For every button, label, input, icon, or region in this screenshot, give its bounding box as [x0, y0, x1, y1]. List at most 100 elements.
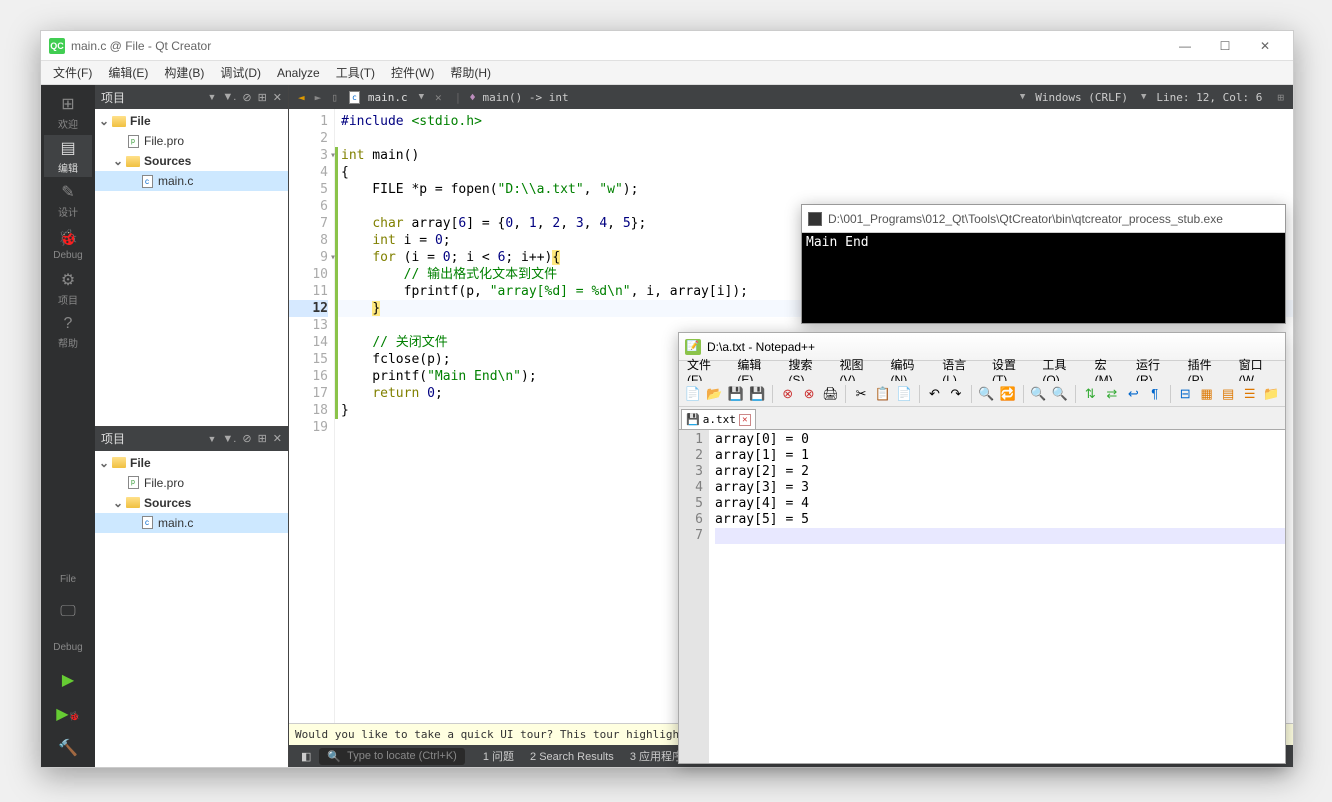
tree-row[interactable]: cmain.c [95, 513, 288, 533]
nav-back-icon[interactable]: ◄ [293, 91, 310, 104]
add-panel-icon[interactable]: ⊞ [258, 91, 267, 104]
sync-v-icon[interactable]: ⇅ [1081, 384, 1100, 404]
doc-close-icon[interactable]: ✕ [430, 91, 447, 104]
kit-debug-label[interactable]: Debug [44, 631, 92, 663]
menu-item[interactable]: 编辑(E) [100, 61, 156, 84]
undo-icon[interactable]: ↶ [925, 384, 944, 404]
console-titlebar[interactable]: D:\001_Programs\012_Qt\Tools\QtCreator\b… [802, 205, 1285, 233]
close-button[interactable]: ✕ [1245, 32, 1285, 60]
tree-row[interactable]: pFile.pro [95, 473, 288, 493]
build-button[interactable]: 🔨 [44, 733, 92, 765]
npp-tab-active[interactable]: 💾 a.txt ✕ [681, 409, 756, 429]
doc-name: main.c [368, 91, 408, 104]
qt-logo-icon: QC [49, 38, 65, 54]
menu-item[interactable]: Analyze [269, 63, 328, 83]
mode-help-label: 帮助 [58, 335, 78, 350]
paste-icon[interactable]: 📄 [894, 384, 913, 404]
mode-projects[interactable]: ⚙项目 [44, 267, 92, 309]
output-tab[interactable]: 1 问题 [475, 751, 522, 763]
mode-debug[interactable]: 🐞Debug [44, 223, 92, 265]
link-icon[interactable]: ⊘ [242, 91, 251, 104]
tree-row[interactable]: ⌄Sources [95, 493, 288, 513]
zoom-out-icon[interactable]: 🔍 [1050, 384, 1069, 404]
mode-design[interactable]: ✎设计 [44, 179, 92, 221]
locator-input[interactable]: 🔍 Type to locate (Ctrl+K) [319, 748, 464, 765]
cut-icon[interactable]: ✂ [851, 384, 870, 404]
output-tab[interactable]: 2 Search Results [522, 751, 622, 763]
zoom-in-icon[interactable]: 🔍 [1029, 384, 1048, 404]
mode-edit[interactable]: ▤编辑 [44, 135, 92, 177]
open-file-icon[interactable]: 📂 [704, 384, 723, 404]
sidebar-toggle-icon[interactable]: ◧ [293, 750, 319, 763]
mode-help[interactable]: ?帮助 [44, 311, 92, 353]
func-list-icon[interactable]: ☰ [1240, 384, 1259, 404]
replace-icon[interactable]: 🔁 [998, 384, 1017, 404]
nav-fwd-icon[interactable]: ► [310, 91, 327, 104]
add-panel-icon-2[interactable]: ⊞ [258, 432, 267, 445]
debug-run-button[interactable]: ▶🐞 [44, 699, 92, 731]
close-doc-icon[interactable]: ⊗ [778, 384, 797, 404]
bookmark-icon[interactable]: ▯ [326, 91, 343, 104]
console-window[interactable]: D:\001_Programs\012_Qt\Tools\QtCreator\b… [801, 204, 1286, 324]
qt-titlebar[interactable]: QC main.c @ File - Qt Creator — ☐ ✕ [41, 31, 1293, 61]
mode-welcome[interactable]: ⊞欢迎 [44, 91, 92, 133]
panel-header-top: 项目▼ ▼. ⊘ ⊞ ✕ [95, 85, 288, 109]
menu-item[interactable]: 帮助(H) [442, 61, 499, 84]
panel-title-2: 项目 [101, 430, 204, 447]
indent-guide-icon[interactable]: ⊟ [1175, 384, 1194, 404]
maximize-button[interactable]: ☐ [1205, 32, 1245, 60]
folder-panel-icon[interactable]: 📁 [1261, 384, 1280, 404]
split-icon[interactable]: ⊞ [1272, 91, 1289, 104]
copy-icon[interactable]: 📋 [873, 384, 892, 404]
para-icon[interactable]: ¶ [1145, 384, 1164, 404]
notepadpp-window[interactable]: 📝 D:\a.txt - Notepad++ 文件(F)编辑(E)搜索(S)视图… [678, 332, 1286, 764]
window-title: main.c @ File - Qt Creator [71, 39, 1165, 53]
filter-icon-2[interactable]: ▼. [222, 433, 236, 445]
tree-row[interactable]: ⌄Sources [95, 151, 288, 171]
close-all-icon[interactable]: ⊗ [799, 384, 818, 404]
kit-file-label: File [60, 574, 76, 585]
mode-debug-label: Debug [53, 250, 82, 261]
menu-item[interactable]: 构建(B) [156, 61, 212, 84]
tab-close-icon[interactable]: ✕ [739, 414, 751, 426]
npp-logo-icon: 📝 [685, 339, 701, 355]
tree-row[interactable]: ⌄File [95, 453, 288, 473]
project-tree-top: ⌄FilepFile.pro⌄Sourcescmain.c [95, 109, 288, 193]
filter-icon[interactable]: ▼. [222, 91, 236, 103]
function-indicator[interactable]: ♦ main() -> int [469, 91, 568, 104]
tree-row[interactable]: ⌄File [95, 111, 288, 131]
cursor-position[interactable]: Line: 12, Col: 6 [1146, 91, 1272, 104]
kit-file[interactable]: File [44, 563, 92, 595]
menu-item[interactable]: 控件(W) [383, 61, 442, 84]
run-button[interactable]: ▶ [44, 665, 92, 697]
kit-monitor[interactable]: 🖵 [44, 597, 92, 629]
npp-tabbar: 💾 a.txt ✕ [679, 407, 1285, 429]
doc-tab[interactable]: c main.c ▼ [343, 91, 430, 104]
tree-row[interactable]: cmain.c [95, 171, 288, 191]
find-icon[interactable]: 🔍 [977, 384, 996, 404]
npp-gutter: 1234567 [679, 430, 709, 763]
sync-h-icon[interactable]: ⇄ [1102, 384, 1121, 404]
minimize-button[interactable]: — [1165, 32, 1205, 60]
encoding-indicator[interactable]: Windows (CRLF) [1025, 91, 1138, 104]
save-icon[interactable]: 💾 [726, 384, 745, 404]
console-output[interactable]: Main End [802, 233, 1285, 252]
menu-item[interactable]: 文件(F) [45, 61, 100, 84]
sidebar: 项目▼ ▼. ⊘ ⊞ ✕ ⌄FilepFile.pro⌄Sourcescmain… [95, 85, 289, 767]
menu-item[interactable]: 工具(T) [328, 61, 383, 84]
doc-map-icon[interactable]: ▤ [1218, 384, 1237, 404]
line-gutter[interactable]: 123▾456789▾10111213141516171819 [289, 109, 335, 723]
redo-icon[interactable]: ↷ [946, 384, 965, 404]
menu-item[interactable]: 调试(D) [212, 61, 269, 84]
wrap-icon[interactable]: ↩ [1124, 384, 1143, 404]
link-icon-2[interactable]: ⊘ [242, 432, 251, 445]
fold-icon[interactable]: ▦ [1197, 384, 1216, 404]
npp-code[interactable]: array[0] = 0array[1] = 1array[2] = 2arra… [709, 430, 1285, 763]
close-panel-icon[interactable]: ✕ [273, 91, 282, 104]
tree-row[interactable]: pFile.pro [95, 131, 288, 151]
new-file-icon[interactable]: 📄 [683, 384, 702, 404]
npp-editor[interactable]: 1234567 array[0] = 0array[1] = 1array[2]… [679, 429, 1285, 763]
print-icon[interactable]: 🖨 [821, 384, 840, 404]
save-all-icon[interactable]: 💾 [747, 384, 766, 404]
close-panel-icon-2[interactable]: ✕ [273, 432, 282, 445]
